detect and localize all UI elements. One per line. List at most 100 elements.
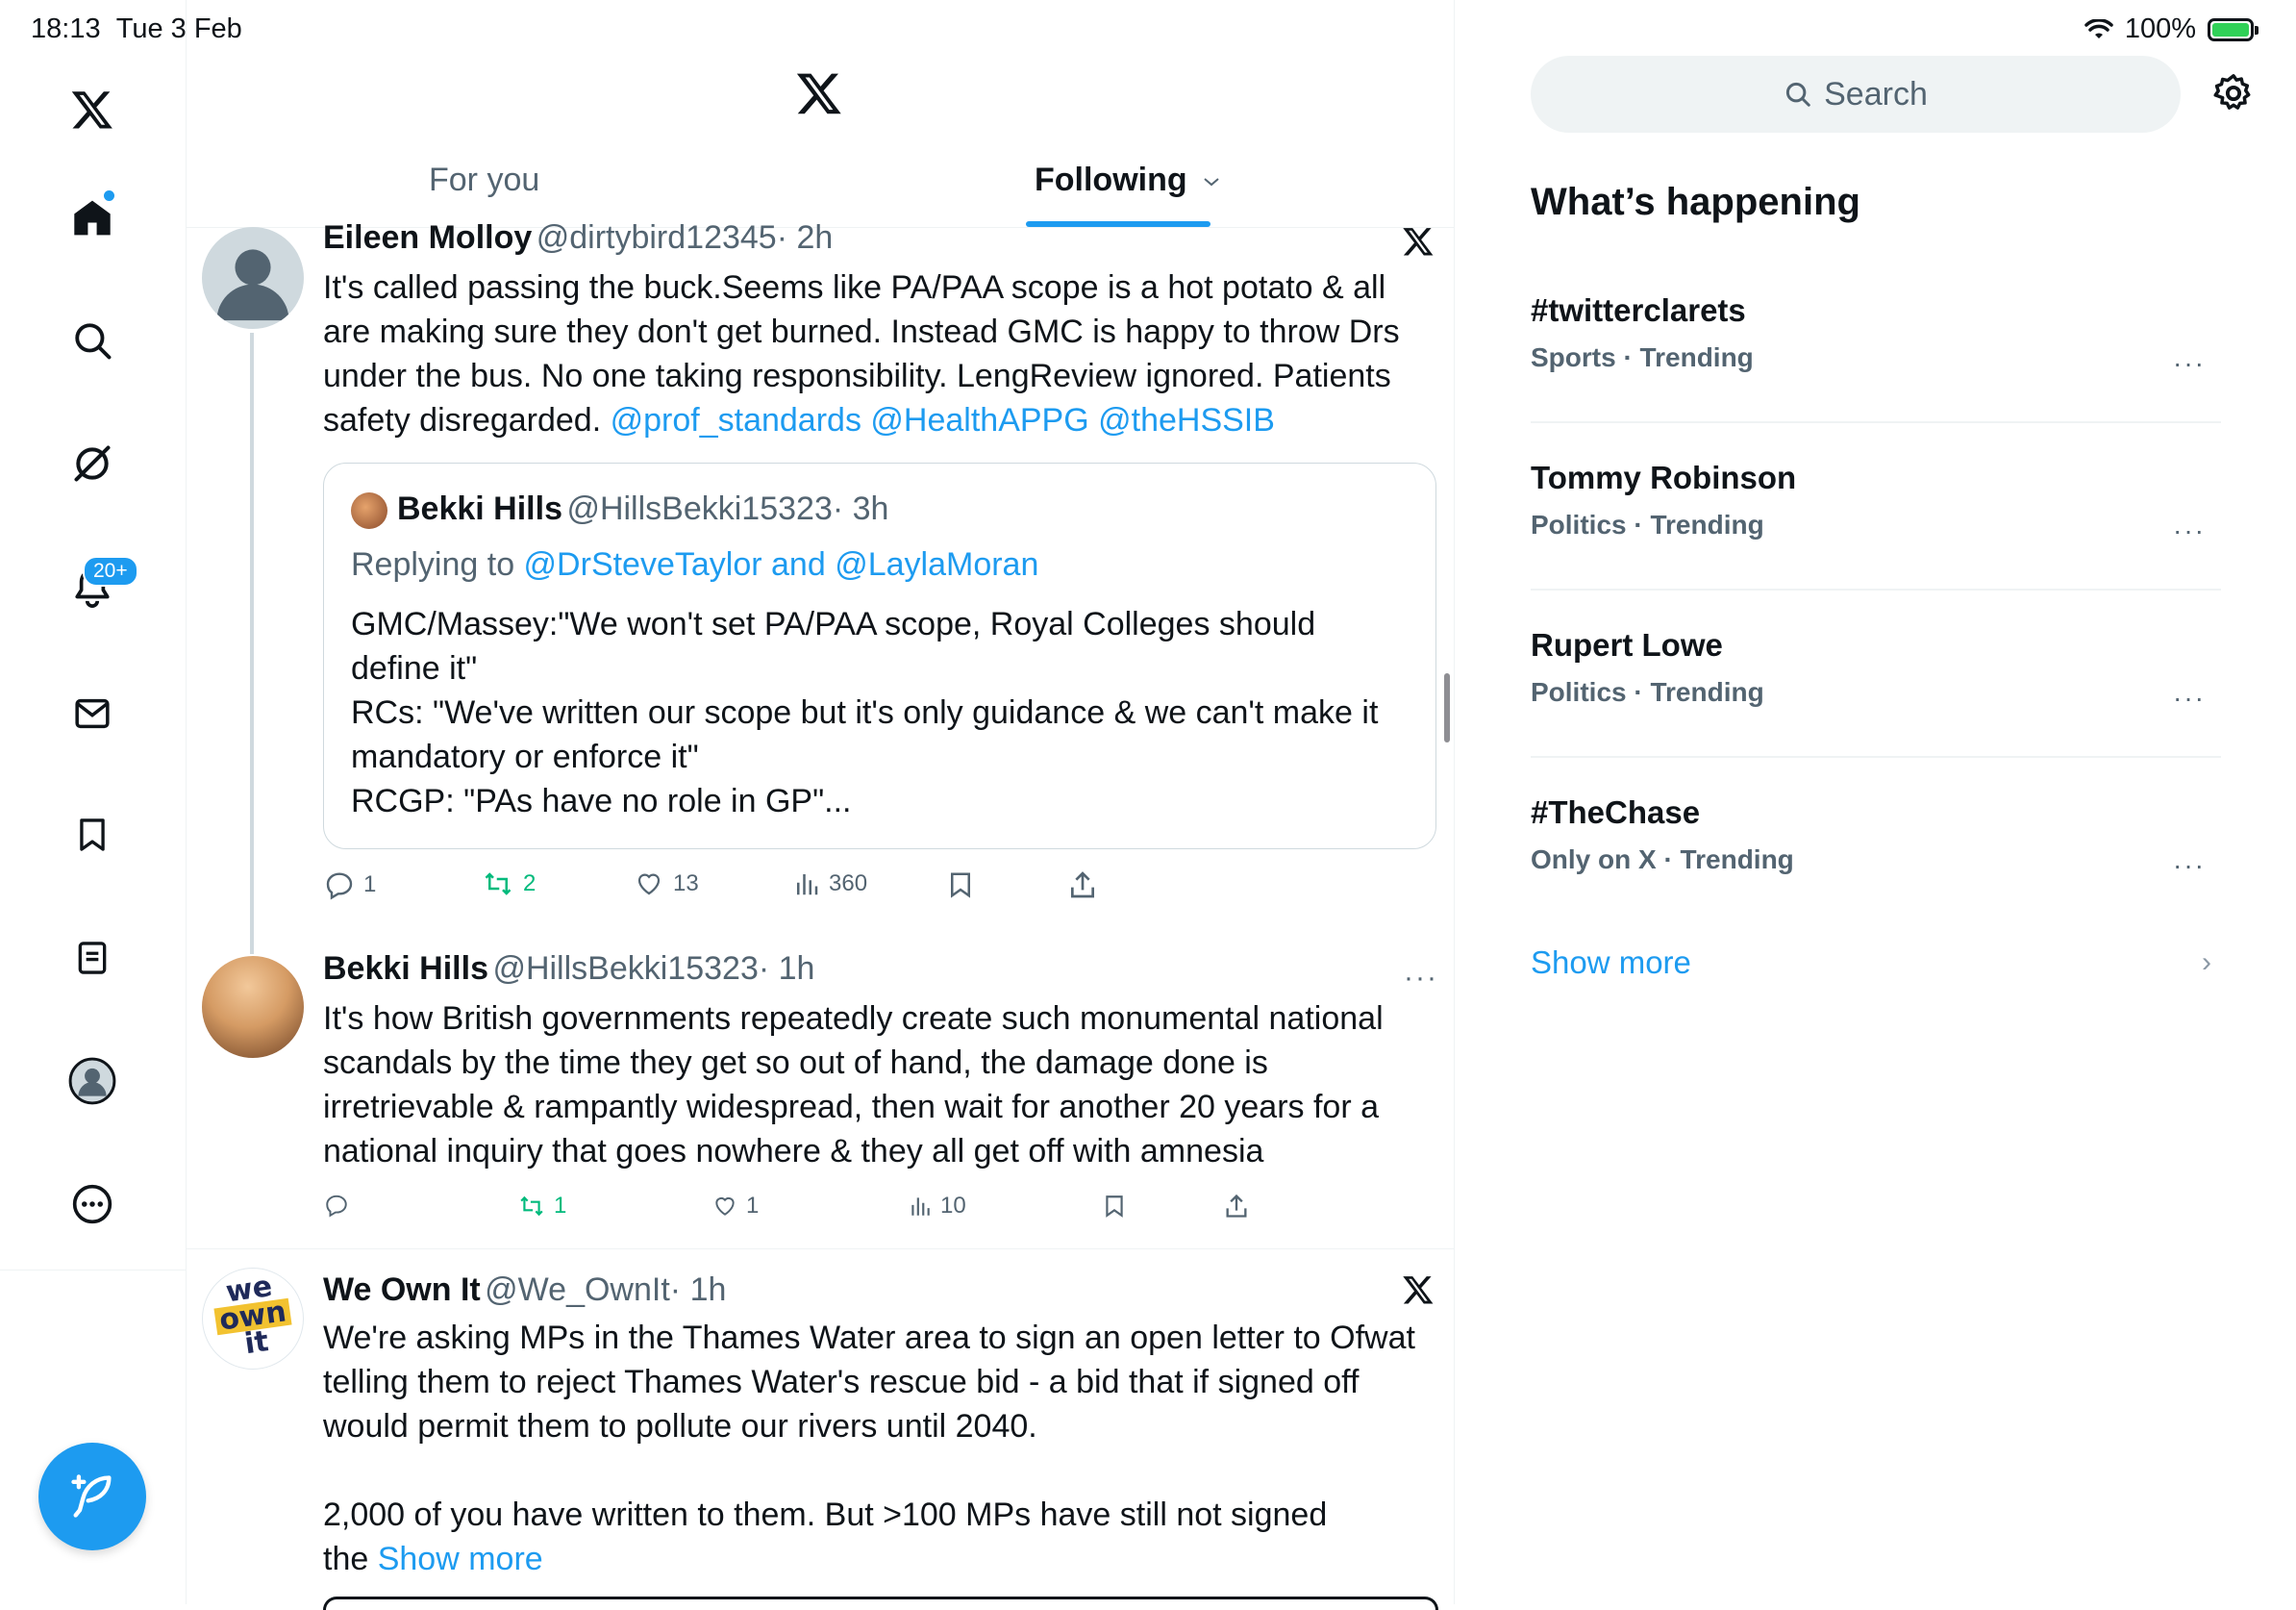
tweet-more-icon[interactable]: ···: [1404, 962, 1438, 994]
author-handle[interactable]: @dirtybird12345: [537, 219, 777, 256]
reply-button[interactable]: [323, 1193, 358, 1218]
reply-icon: [326, 872, 353, 900]
author-name[interactable]: Bekki Hills: [323, 950, 488, 987]
profile-avatar-icon[interactable]: [63, 1052, 121, 1110]
author-name[interactable]: Eileen Molloy: [323, 219, 532, 256]
x-header-logo-icon[interactable]: [794, 69, 844, 117]
trend-item[interactable]: Rupert Lowe Politics · Trending ···: [1531, 627, 2221, 713]
author-handle[interactable]: @We_OwnIt: [485, 1271, 670, 1308]
x-logo-icon[interactable]: [63, 81, 121, 138]
battery-icon: [2208, 17, 2259, 41]
repost-count: 2: [523, 870, 537, 896]
messages-icon[interactable]: [63, 685, 121, 742]
x-grok-icon[interactable]: [1402, 1273, 1435, 1306]
trend-more-icon[interactable]: ···: [2173, 348, 2206, 379]
more-options-icon[interactable]: [63, 1175, 121, 1233]
trend-divider: [1531, 589, 2221, 591]
tweet-time: · 1h: [669, 1271, 727, 1308]
repost-icon: [485, 872, 512, 895]
tweet-text: We're asking MPs in the Thames Water are…: [323, 1320, 1415, 1577]
trend-item[interactable]: #twitterclarets Sports · Trending ···: [1531, 292, 2221, 378]
heart-icon: [715, 1196, 735, 1216]
trend-more-icon[interactable]: ···: [2173, 516, 2206, 546]
grok-icon[interactable]: [63, 435, 121, 492]
avatar: [351, 492, 387, 529]
lists-icon[interactable]: [63, 929, 121, 987]
author-name[interactable]: We Own It: [323, 1271, 481, 1308]
trend-meta: Politics · Trending: [1531, 510, 1764, 540]
share-button[interactable]: [1067, 869, 1098, 900]
tab-following[interactable]: Following: [1035, 162, 1221, 199]
tab-following-label: Following: [1035, 162, 1187, 198]
status-indicators: 100%: [2084, 13, 2259, 45]
notifications-badge: 20+: [83, 556, 138, 587]
heart-icon: [637, 873, 661, 895]
reply-icon: [326, 1195, 347, 1218]
tweet-mentions[interactable]: @prof_standards @HealthAPPG @theHSSIB: [611, 402, 1275, 439]
compose-feather-icon: [71, 1474, 112, 1518]
views-button[interactable]: 10: [908, 1193, 966, 1220]
tweet-text: It's called passing the buck.Seems like …: [323, 269, 1400, 439]
whats-happening-title: What’s happening: [1531, 181, 1860, 223]
quoted-tweet[interactable]: Bekki Hills @HillsBekki15323· 3h Replyin…: [323, 463, 1436, 849]
like-button[interactable]: 1: [711, 1193, 759, 1220]
replying-to-users[interactable]: @DrSteveTaylor and @LaylaMoran: [524, 546, 1039, 583]
bookmark-icon: [951, 872, 970, 898]
share-icon: [1226, 1194, 1247, 1218]
like-count: 1: [746, 1193, 760, 1219]
avatar[interactable]: [202, 956, 304, 1058]
tweet-time: · 1h: [758, 950, 815, 987]
avatar[interactable]: we own it: [202, 1268, 304, 1370]
author-handle[interactable]: @HillsBekki15323: [492, 950, 758, 987]
trend-meta: Politics · Trending: [1531, 677, 1764, 707]
views-button[interactable]: 360: [792, 869, 867, 898]
chevron-right-icon[interactable]: ›: [2202, 946, 2211, 979]
view-count: 360: [829, 870, 868, 896]
x-grok-icon[interactable]: [1402, 225, 1435, 258]
wifi-icon: [2084, 18, 2113, 40]
home-icon[interactable]: [63, 189, 121, 246]
left-nav-rail: 20+: [0, 0, 187, 1270]
trend-name: #twitterclarets: [1531, 292, 1746, 328]
tab-for-you[interactable]: For you: [429, 162, 539, 199]
show-more-trends-link[interactable]: Show more: [1531, 944, 1691, 981]
reply-button[interactable]: 1: [323, 869, 376, 900]
share-icon: [1071, 871, 1094, 898]
bookmark-button[interactable]: [1102, 1193, 1127, 1220]
repost-button[interactable]: 1: [517, 1193, 566, 1220]
search-icon[interactable]: [63, 312, 121, 369]
like-count: 13: [673, 870, 699, 896]
trend-name: #TheChase: [1531, 794, 1701, 830]
share-button[interactable]: [1223, 1193, 1250, 1220]
tweet-header: Bekki Hills @HillsBekki15323· 1h: [323, 950, 814, 988]
trend-divider: [1531, 756, 2221, 758]
settings-gear-icon[interactable]: [2211, 71, 2256, 115]
tweet-time: · 2h: [776, 219, 834, 256]
scrollbar[interactable]: [1444, 673, 1450, 742]
home-unread-dot: [104, 190, 114, 201]
notifications-icon[interactable]: 20+: [63, 556, 138, 616]
repost-button[interactable]: 2: [481, 869, 536, 898]
trend-more-icon[interactable]: ···: [2173, 850, 2206, 881]
compose-post-button[interactable]: [38, 1443, 146, 1550]
search-input[interactable]: Search: [1531, 56, 2181, 133]
bookmarks-icon[interactable]: [63, 806, 121, 864]
timeline-tabs: For you Following: [187, 144, 1454, 228]
avatar[interactable]: [202, 227, 304, 329]
timeline-column: For you Following Eileen Molloy @dirtybi…: [187, 0, 1455, 1610]
trend-name: Rupert Lowe: [1531, 627, 1723, 663]
views-icon: [911, 1197, 930, 1216]
trend-item[interactable]: Tommy Robinson Politics · Trending ···: [1531, 460, 2221, 545]
views-icon: [797, 874, 818, 895]
bookmark-icon: [1106, 1195, 1123, 1218]
search-icon: [1786, 82, 1810, 107]
show-more-link[interactable]: Show more: [378, 1541, 543, 1577]
search-placeholder: Search: [1824, 75, 1928, 113]
tweet-header: We Own It @We_OwnIt· 1h: [323, 1271, 726, 1309]
trend-more-icon[interactable]: ···: [2173, 683, 2206, 714]
chevron-down-icon[interactable]: [1202, 175, 1221, 189]
trend-item[interactable]: #TheChase Only on X · Trending ···: [1531, 794, 2221, 880]
quote-header: Bekki Hills @HillsBekki15323· 3h: [397, 491, 888, 528]
like-button[interactable]: 13: [633, 869, 699, 898]
bookmark-button[interactable]: [946, 869, 975, 900]
